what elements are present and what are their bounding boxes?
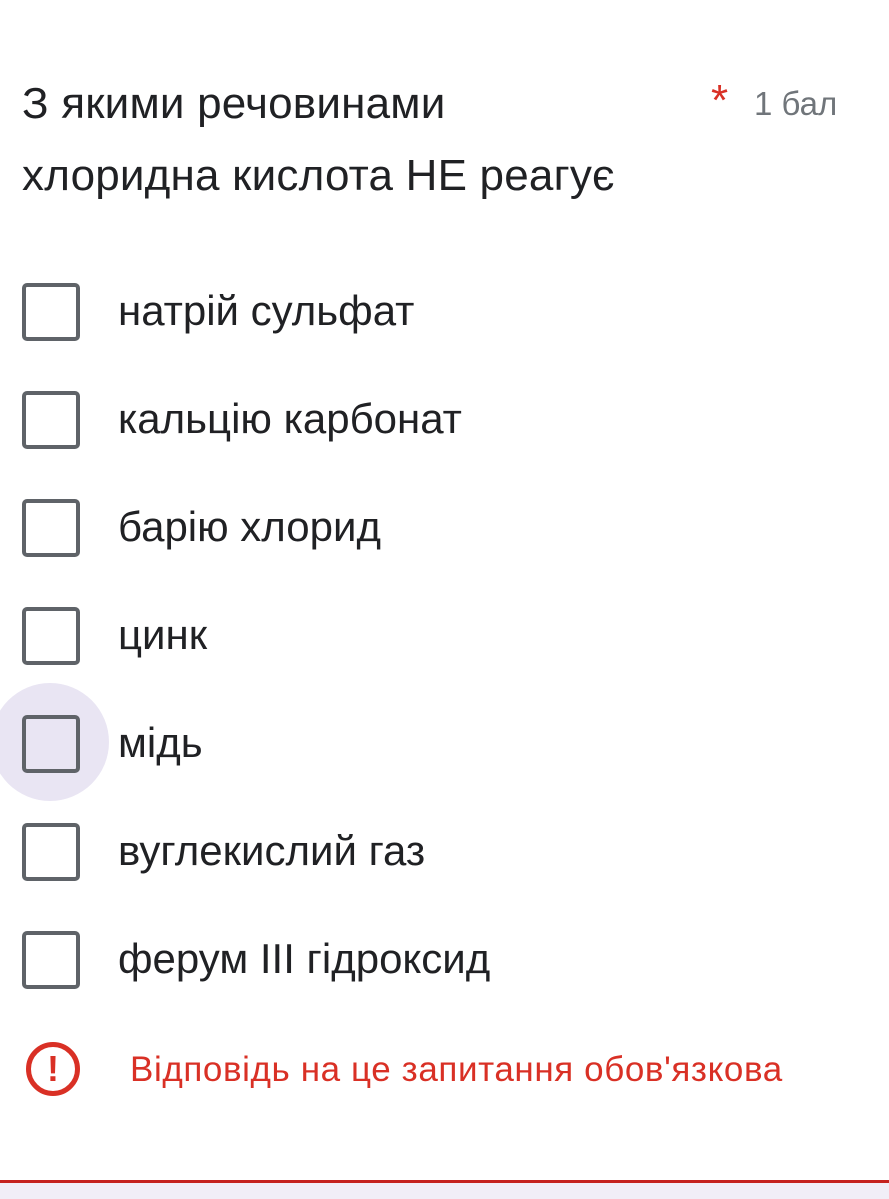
question-title: З якими речовинами хлоридна кислота НЕ р… bbox=[22, 68, 702, 212]
checkbox[interactable] bbox=[22, 391, 80, 449]
option-item[interactable]: мідь bbox=[0, 683, 889, 801]
required-error-message: ! Відповідь на це запитання обов'язкова bbox=[0, 1040, 889, 1104]
option-label[interactable]: мідь bbox=[118, 716, 203, 770]
option-item[interactable]: ферум ІІІ гідроксид bbox=[0, 904, 889, 1012]
option-label[interactable]: натрій сульфат bbox=[118, 284, 414, 338]
option-label[interactable]: барію хлорид bbox=[118, 500, 381, 554]
question-title-line-1: З якими речовинами bbox=[22, 79, 446, 128]
checkbox-options-list: натрій сульфат кальцію карбонат барію хл… bbox=[0, 256, 889, 1012]
checkbox[interactable] bbox=[22, 715, 80, 773]
option-item[interactable]: цинк bbox=[0, 580, 889, 688]
option-item[interactable]: вуглекислий газ bbox=[0, 796, 889, 904]
checkbox[interactable] bbox=[22, 931, 80, 989]
required-asterisk: * bbox=[711, 76, 729, 125]
points-label: 1 бал bbox=[754, 85, 838, 122]
checkbox[interactable] bbox=[22, 283, 80, 341]
checkbox[interactable] bbox=[22, 823, 80, 881]
question-card: З якими речовинами хлоридна кислота НЕ р… bbox=[0, 0, 889, 1199]
option-label[interactable]: кальцію карбонат bbox=[118, 392, 462, 446]
option-item[interactable]: кальцію карбонат bbox=[0, 364, 889, 472]
error-text: Відповідь на це запитання обов'язкова bbox=[130, 1050, 783, 1089]
exclamation-circle-icon: ! bbox=[26, 1042, 80, 1096]
option-label[interactable]: цинк bbox=[118, 608, 207, 662]
option-label[interactable]: ферум ІІІ гідроксид bbox=[118, 932, 490, 986]
option-item[interactable]: барію хлорид bbox=[0, 472, 889, 580]
option-label[interactable]: вуглекислий газ bbox=[118, 824, 425, 878]
checkbox[interactable] bbox=[22, 607, 80, 665]
error-underline bbox=[0, 1180, 889, 1199]
question-title-line-2: хлоридна кислота НЕ реагує bbox=[22, 151, 615, 200]
option-item[interactable]: натрій сульфат bbox=[0, 256, 889, 364]
checkbox[interactable] bbox=[22, 499, 80, 557]
